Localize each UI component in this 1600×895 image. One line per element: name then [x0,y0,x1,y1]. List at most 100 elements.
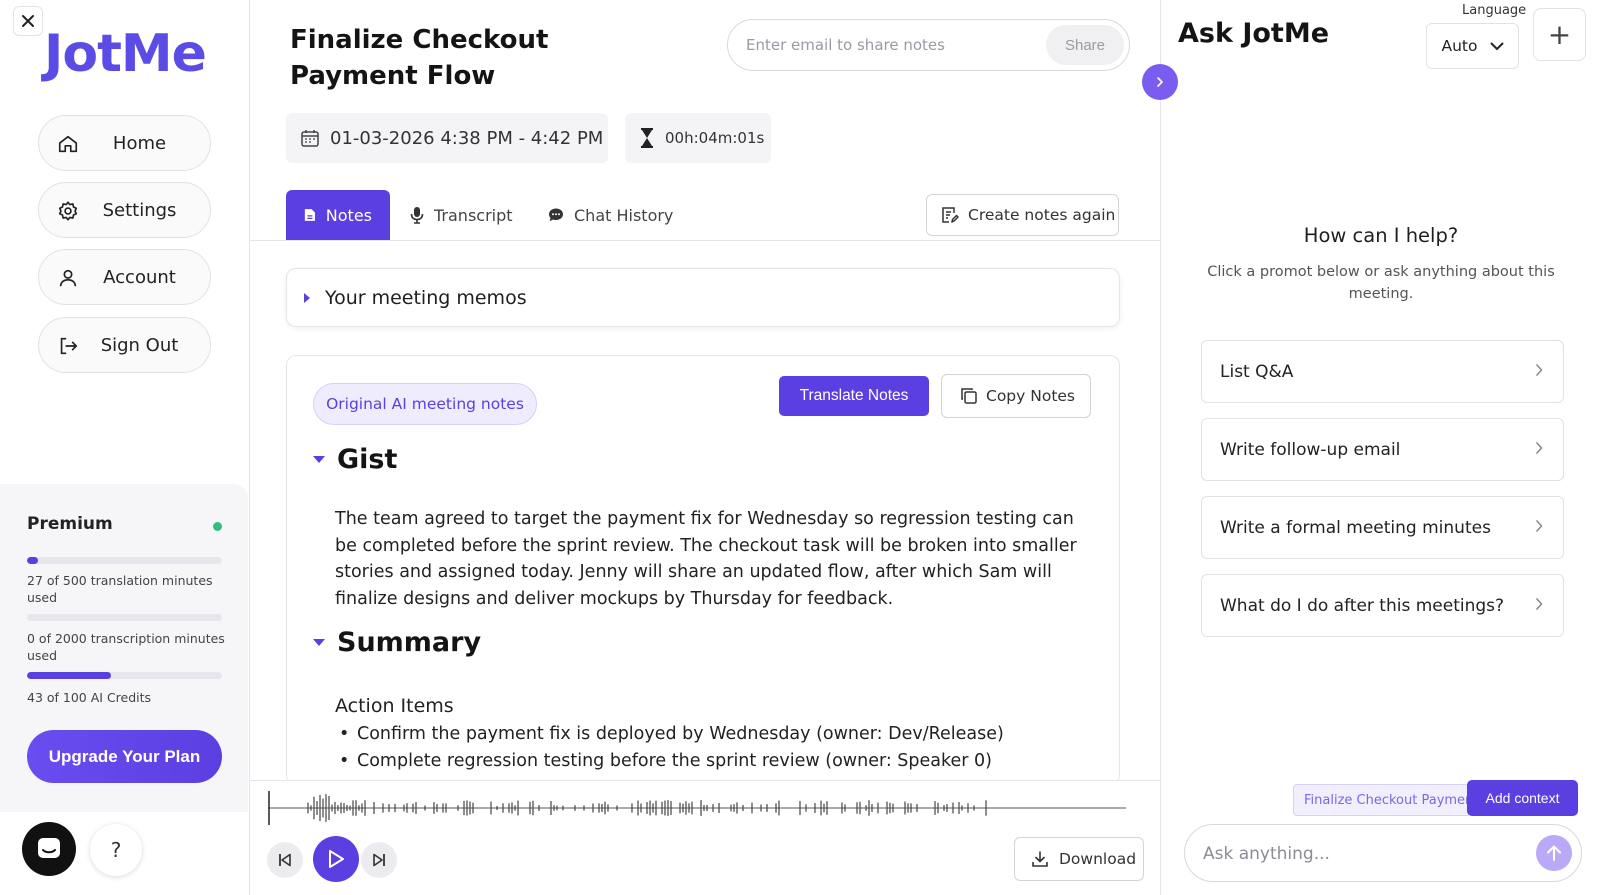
play-button[interactable] [313,836,359,882]
download-button[interactable]: Download [1014,837,1144,881]
close-icon [22,15,34,27]
language-label: Language [1462,3,1527,18]
upgrade-plan-button[interactable]: Upgrade Your Plan [27,730,222,783]
meeting-memos-toggle[interactable]: Your meeting memos [286,268,1120,327]
audio-waveform[interactable] [268,787,1126,829]
caret-down-icon [313,455,325,463]
prompt-formal-minutes[interactable]: Write a formal meeting minutes [1201,496,1564,559]
transcription-usage-bar [27,614,222,621]
document-icon [304,209,315,221]
copy-notes-button[interactable]: Copy Notes [941,374,1091,418]
ai-notes-card: Original AI meeting notes Translate Note… [286,355,1120,785]
meeting-duration-chip: 00h:04m:01s [625,113,771,163]
help-button[interactable]: ? [90,824,142,876]
skip-back-button[interactable] [267,842,303,878]
chevron-right-icon [1535,363,1543,377]
tab-chat-history[interactable]: Chat History [548,190,673,240]
audio-player: Download [250,780,1160,895]
share-button[interactable]: Share [1046,25,1124,65]
prompt-label: What do I do after this meetings? [1220,595,1505,616]
context-chip[interactable]: Finalize Checkout Payment Flow [1293,784,1471,816]
prompt-label: List Q&A [1220,361,1294,382]
play-icon [329,850,344,868]
caret-right-icon [304,292,310,303]
ask-input-box [1184,824,1582,882]
meeting-title: Finalize Checkout Payment Flow [290,25,549,91]
nav-settings-label: Settings [102,199,177,221]
assistant-title: Ask JotMe [1178,18,1330,49]
ai-credits-usage-bar [27,672,222,679]
language-value: Auto [1441,37,1478,55]
ai-credits-usage-fill [27,672,111,679]
chevron-right-icon [1535,519,1543,533]
nav-home-label: Home [112,132,167,154]
download-label: Download [1059,850,1137,868]
copy-icon [961,388,977,404]
meeting-memos-label: Your meeting memos [325,286,527,309]
tab-transcript-label: Transcript [434,205,513,225]
nav-home-button[interactable]: Home [38,115,211,171]
chevron-right-icon [1157,77,1164,87]
plan-status-dot [213,522,222,531]
chat-launcher-button[interactable] [22,822,76,876]
tab-transcript[interactable]: Transcript [410,190,513,240]
tab-notes[interactable]: Notes [286,190,390,240]
translation-usage-text: 27 of 500 translation minutes used [27,573,213,605]
chat-icon [549,208,563,222]
plan-name: Premium [27,514,113,534]
sidebar: JotMe Home Settings Account Sign Out Pre… [0,0,250,895]
chevron-right-icon [1535,441,1543,455]
prompt-next-steps[interactable]: What do I do after this meetings? [1201,574,1564,637]
hourglass-icon [641,128,653,148]
download-icon [1032,851,1048,867]
chevron-right-icon [1535,597,1543,611]
meeting-duration: 00h:04m:01s [665,129,765,147]
prompt-follow-up-email[interactable]: Write follow-up email [1201,418,1564,481]
create-notes-again-button[interactable]: Create notes again [926,194,1119,236]
microphone-icon [410,207,424,224]
language-select[interactable]: Auto [1426,23,1519,69]
new-chat-button[interactable]: + [1533,8,1586,61]
add-context-button[interactable]: Add context [1467,780,1578,816]
list-item: Complete regression testing before the s… [335,748,1095,775]
summary-heading: Summary [337,627,482,658]
notes-tabs: Notes Transcript Chat History Create not… [250,190,1160,241]
arrow-up-icon [1547,845,1561,861]
close-sidebar-button[interactable] [13,6,43,36]
nav-settings-button[interactable]: Settings [38,182,211,238]
chat-bubble-icon [38,838,60,858]
nav-sign-out-button[interactable]: Sign Out [38,317,211,373]
nav-account-button[interactable]: Account [38,249,211,305]
panel-collapse-button[interactable] [1142,64,1178,100]
action-items-list: Confirm the payment fix is deployed by W… [335,721,1095,775]
edit-document-icon [942,207,959,223]
assistant-panel: Ask JotMe Language Auto + How can I help… [1160,0,1600,895]
tab-chat-history-label: Chat History [574,205,674,225]
prompt-label: Write a formal meeting minutes [1220,517,1491,538]
calendar-icon [301,130,319,147]
prompt-label: Write follow-up email [1220,439,1401,460]
list-item: Confirm the payment fix is deployed by W… [335,721,1095,748]
translation-usage-bar [27,557,222,564]
caret-down-icon [313,638,325,646]
gist-section-toggle[interactable]: Gist [313,444,397,475]
send-button[interactable] [1536,835,1572,871]
prompt-list-qa[interactable]: List Q&A [1201,340,1564,403]
ask-input[interactable] [1203,841,1503,867]
help-title: How can I help? [1303,224,1459,247]
ai-credits-usage-text: 43 of 100 AI Credits [27,690,152,705]
help-subtitle: Click a promot below or ask anything abo… [1207,264,1555,302]
share-email-input[interactable] [746,32,1026,58]
skip-forward-icon [373,853,385,867]
action-items-heading: Action Items [335,695,454,717]
skip-back-icon [279,853,291,867]
tab-notes-label: Notes [325,205,372,225]
translate-notes-button[interactable]: Translate Notes [779,376,929,416]
nav-account-label: Account [103,266,176,288]
meeting-datetime-chip: 01-03-2026 4:38 PM - 4:42 PM [286,113,608,163]
summary-section-toggle[interactable]: Summary [313,627,481,658]
skip-forward-button[interactable] [361,842,397,878]
copy-notes-label: Copy Notes [986,387,1076,405]
original-notes-badge[interactable]: Original AI meeting notes [313,383,537,425]
gist-text: The team agreed to target the payment fi… [335,509,1077,609]
